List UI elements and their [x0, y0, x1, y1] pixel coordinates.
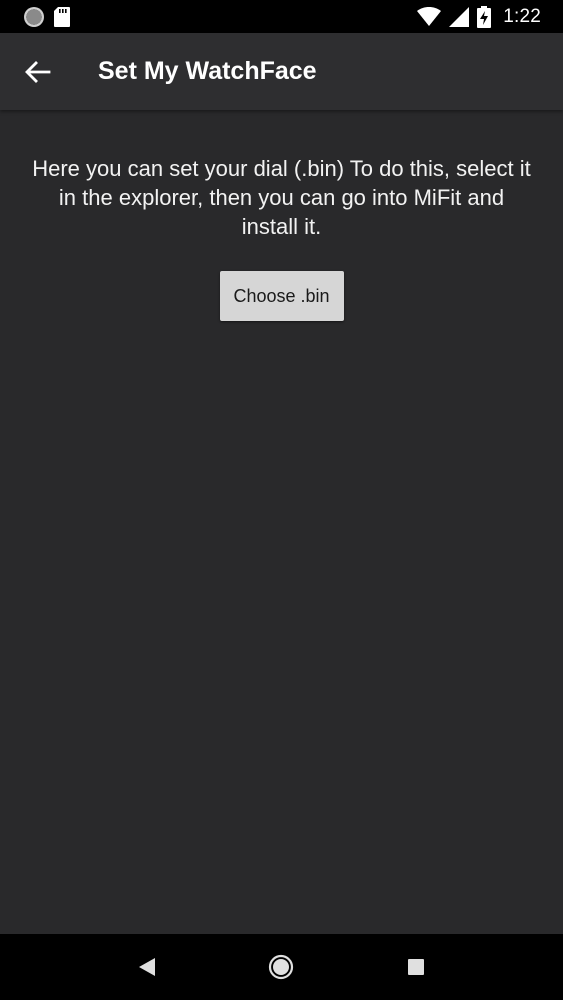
screen: 1:22 Set My WatchFace Here you can set y… — [0, 0, 563, 1000]
status-left — [24, 6, 70, 27]
circle-notification-icon — [24, 6, 44, 27]
navigation-bar — [0, 934, 563, 1000]
status-clock: 1:22 — [503, 5, 541, 27]
nav-home-button[interactable] — [261, 947, 301, 987]
status-right: 1:22 — [417, 5, 541, 28]
home-circle-icon — [269, 954, 294, 980]
arrow-back-icon — [25, 60, 51, 83]
nav-recents-button[interactable] — [396, 947, 436, 987]
instructions-text: Here you can set your dial (.bin) To do … — [32, 156, 531, 239]
back-button[interactable] — [10, 44, 66, 100]
app-bar: Set My WatchFace — [0, 33, 563, 110]
signal-icon — [449, 6, 470, 27]
nav-back-button[interactable] — [127, 947, 167, 987]
page-title: Set My WatchFace — [98, 57, 317, 85]
sd-card-icon — [54, 6, 70, 27]
battery-charging-icon — [477, 5, 492, 28]
status-bar: 1:22 — [0, 0, 563, 33]
main-content: Here you can set your dial (.bin) To do … — [0, 110, 563, 934]
choose-bin-button[interactable]: Choose .bin — [219, 271, 344, 321]
recents-square-icon — [407, 959, 424, 975]
wifi-icon — [417, 6, 442, 26]
back-triangle-icon — [139, 958, 156, 976]
